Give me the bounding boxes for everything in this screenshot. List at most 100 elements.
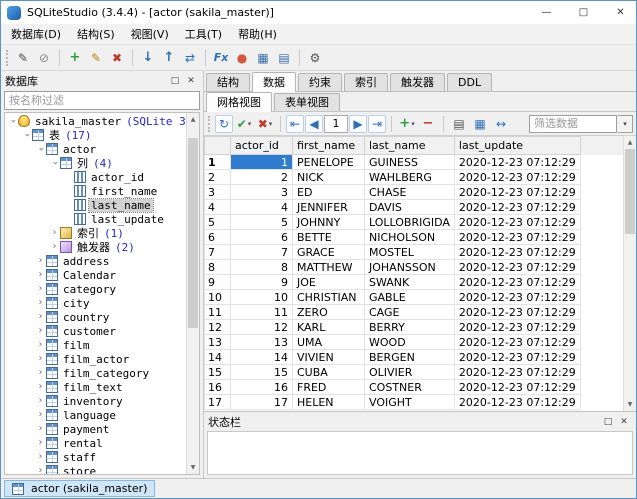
tree-item-Calendar[interactable]: ›Calendar [5, 268, 186, 282]
tree-item-触发器[interactable]: ›触发器(2) [5, 240, 186, 254]
row-number[interactable]: 15 [205, 365, 231, 380]
grid-cell[interactable]: SWANK [365, 275, 455, 290]
grid-cell[interactable]: 6 [231, 230, 293, 245]
expander-closed-icon[interactable]: › [49, 242, 60, 252]
grid-cell[interactable]: 7 [231, 245, 293, 260]
grid-cell[interactable]: JOHANSSON [365, 260, 455, 275]
grid-cell[interactable]: 2020-12-23 07:12:29 [454, 260, 580, 275]
grid-scrollbar-track[interactable] [624, 149, 636, 398]
grid-cell[interactable]: UMA [293, 335, 365, 350]
grid-cell[interactable]: 2020-12-23 07:12:29 [454, 155, 580, 170]
tree-scrollbar-track[interactable] [187, 126, 199, 461]
tree-item-staff[interactable]: ›staff [5, 450, 186, 464]
grid-cell[interactable]: FRED [293, 380, 365, 395]
grid-cell[interactable]: GABLE [365, 290, 455, 305]
menu-help[interactable]: 帮助(H) [230, 23, 285, 45]
scroll-up-icon[interactable]: ▲ [187, 113, 199, 126]
tree-item-表[interactable]: ›表(17) [5, 128, 186, 142]
toolbar-grip[interactable] [6, 50, 9, 66]
scroll-up-icon[interactable]: ▲ [624, 136, 636, 149]
expander-closed-icon[interactable]: › [35, 410, 46, 420]
grid-cell[interactable]: 10 [231, 290, 293, 305]
remove-database-button[interactable]: ✖ [107, 48, 127, 68]
print-button[interactable]: ▤ [449, 114, 469, 134]
undock-panel-icon[interactable]: □ [600, 417, 616, 427]
grid-cell[interactable]: 8 [231, 260, 293, 275]
grid-cell[interactable]: 2020-12-23 07:12:29 [454, 350, 580, 365]
grid-cell[interactable]: BERRY [365, 320, 455, 335]
row-number[interactable]: 8 [205, 260, 231, 275]
grid-cell[interactable]: BERGEN [365, 350, 455, 365]
tree-scrollbar[interactable]: ▲ ▼ [186, 113, 199, 474]
rollback-changes-button[interactable]: ✖▾ [255, 114, 275, 134]
last-page-button[interactable]: ⇥ [368, 115, 386, 133]
expander-closed-icon[interactable]: › [35, 438, 46, 448]
expander-open-icon[interactable]: › [22, 130, 32, 141]
tree-item-store[interactable]: ›store [5, 464, 186, 474]
disconnect-database-button[interactable]: ⊘ [34, 48, 54, 68]
tab-indexes[interactable]: 索引 [344, 73, 388, 91]
expander-closed-icon[interactable]: › [35, 312, 46, 322]
row-number[interactable]: 16 [205, 380, 231, 395]
expander-closed-icon[interactable]: › [35, 452, 46, 462]
grid-cell[interactable]: 17 [231, 395, 293, 410]
convert-database-button[interactable]: ⇄ [180, 48, 200, 68]
tab-form-view[interactable]: 表单视图 [274, 93, 340, 111]
tree-scrollbar-thumb[interactable] [188, 138, 198, 328]
delete-row-button[interactable]: − [418, 114, 438, 134]
tree-item-film[interactable]: ›film [5, 338, 186, 352]
window-tab-actor[interactable]: actor (sakila_master) [4, 480, 155, 497]
grid-cell[interactable]: 2020-12-23 07:12:29 [454, 170, 580, 185]
row-number[interactable]: 12 [205, 320, 231, 335]
column-header-first_name[interactable]: first_name [293, 137, 365, 155]
expander-closed-icon[interactable]: › [35, 382, 46, 392]
commit-changes-button[interactable]: ✔▾ [234, 114, 254, 134]
grid-cell[interactable]: JOHNNY [293, 215, 365, 230]
grid-cell[interactable]: 2020-12-23 07:12:29 [454, 230, 580, 245]
scroll-down-icon[interactable]: ▼ [624, 398, 636, 411]
menu-view[interactable]: 视图(V) [123, 23, 177, 45]
tree-item-first_name[interactable]: first_name [5, 184, 186, 198]
grid-cell[interactable]: 15 [231, 365, 293, 380]
expander-closed-icon[interactable]: › [35, 354, 46, 364]
import-button[interactable]: ↓ [138, 48, 158, 68]
column-header-last_update[interactable]: last_update [454, 137, 580, 155]
grid-cell[interactable]: 3 [231, 185, 293, 200]
edit-database-button[interactable]: ✎ [86, 48, 106, 68]
tree-item-列[interactable]: ›列(4) [5, 156, 186, 170]
grid-cell[interactable]: 4 [231, 200, 293, 215]
grid-cell[interactable]: WOOD [365, 335, 455, 350]
grid-cell[interactable]: MOSTEL [365, 245, 455, 260]
grid-cell[interactable]: VOIGHT [365, 395, 455, 410]
tree-item-film_text[interactable]: ›film_text [5, 380, 186, 394]
tree-item-country[interactable]: ›country [5, 310, 186, 324]
grid-cell[interactable]: 2020-12-23 07:12:29 [454, 395, 580, 410]
grid-cell[interactable]: JOE [293, 275, 365, 290]
expander-closed-icon[interactable]: › [49, 228, 60, 238]
data-filter-input[interactable] [529, 115, 617, 133]
row-number[interactable]: 6 [205, 230, 231, 245]
grid-cell[interactable]: 2020-12-23 07:12:29 [454, 245, 580, 260]
tree-item-inventory[interactable]: ›inventory [5, 394, 186, 408]
tree-item-city[interactable]: ›city [5, 296, 186, 310]
open-sql-editor-button[interactable]: ▦ [253, 48, 273, 68]
grid-cell[interactable]: 13 [231, 335, 293, 350]
prev-page-button[interactable]: ◀ [305, 115, 323, 133]
tab-ddl[interactable]: DDL [447, 73, 492, 91]
minimize-button[interactable]: — [531, 1, 562, 24]
grid-cell[interactable]: 2020-12-23 07:12:29 [454, 335, 580, 350]
toolbar-grip[interactable] [208, 116, 211, 132]
tree-item-language[interactable]: ›language [5, 408, 186, 422]
grid-cell[interactable]: 11 [231, 305, 293, 320]
grid-cell[interactable]: LOLLOBRIGIDA [365, 215, 455, 230]
tree-item-last_update[interactable]: last_update [5, 212, 186, 226]
tree-item-actor_id[interactable]: actor_id [5, 170, 186, 184]
tab-grid-view[interactable]: 网格视图 [206, 92, 272, 112]
expander-closed-icon[interactable]: › [35, 396, 46, 406]
grid-cell[interactable]: MATTHEW [293, 260, 365, 275]
grid-config-button[interactable]: ▦ [470, 114, 490, 134]
grid-cell[interactable]: HELEN [293, 395, 365, 410]
grid-cell[interactable]: 5 [231, 215, 293, 230]
grid-cell[interactable]: COSTNER [365, 380, 455, 395]
column-header-last_name[interactable]: last_name [365, 137, 455, 155]
